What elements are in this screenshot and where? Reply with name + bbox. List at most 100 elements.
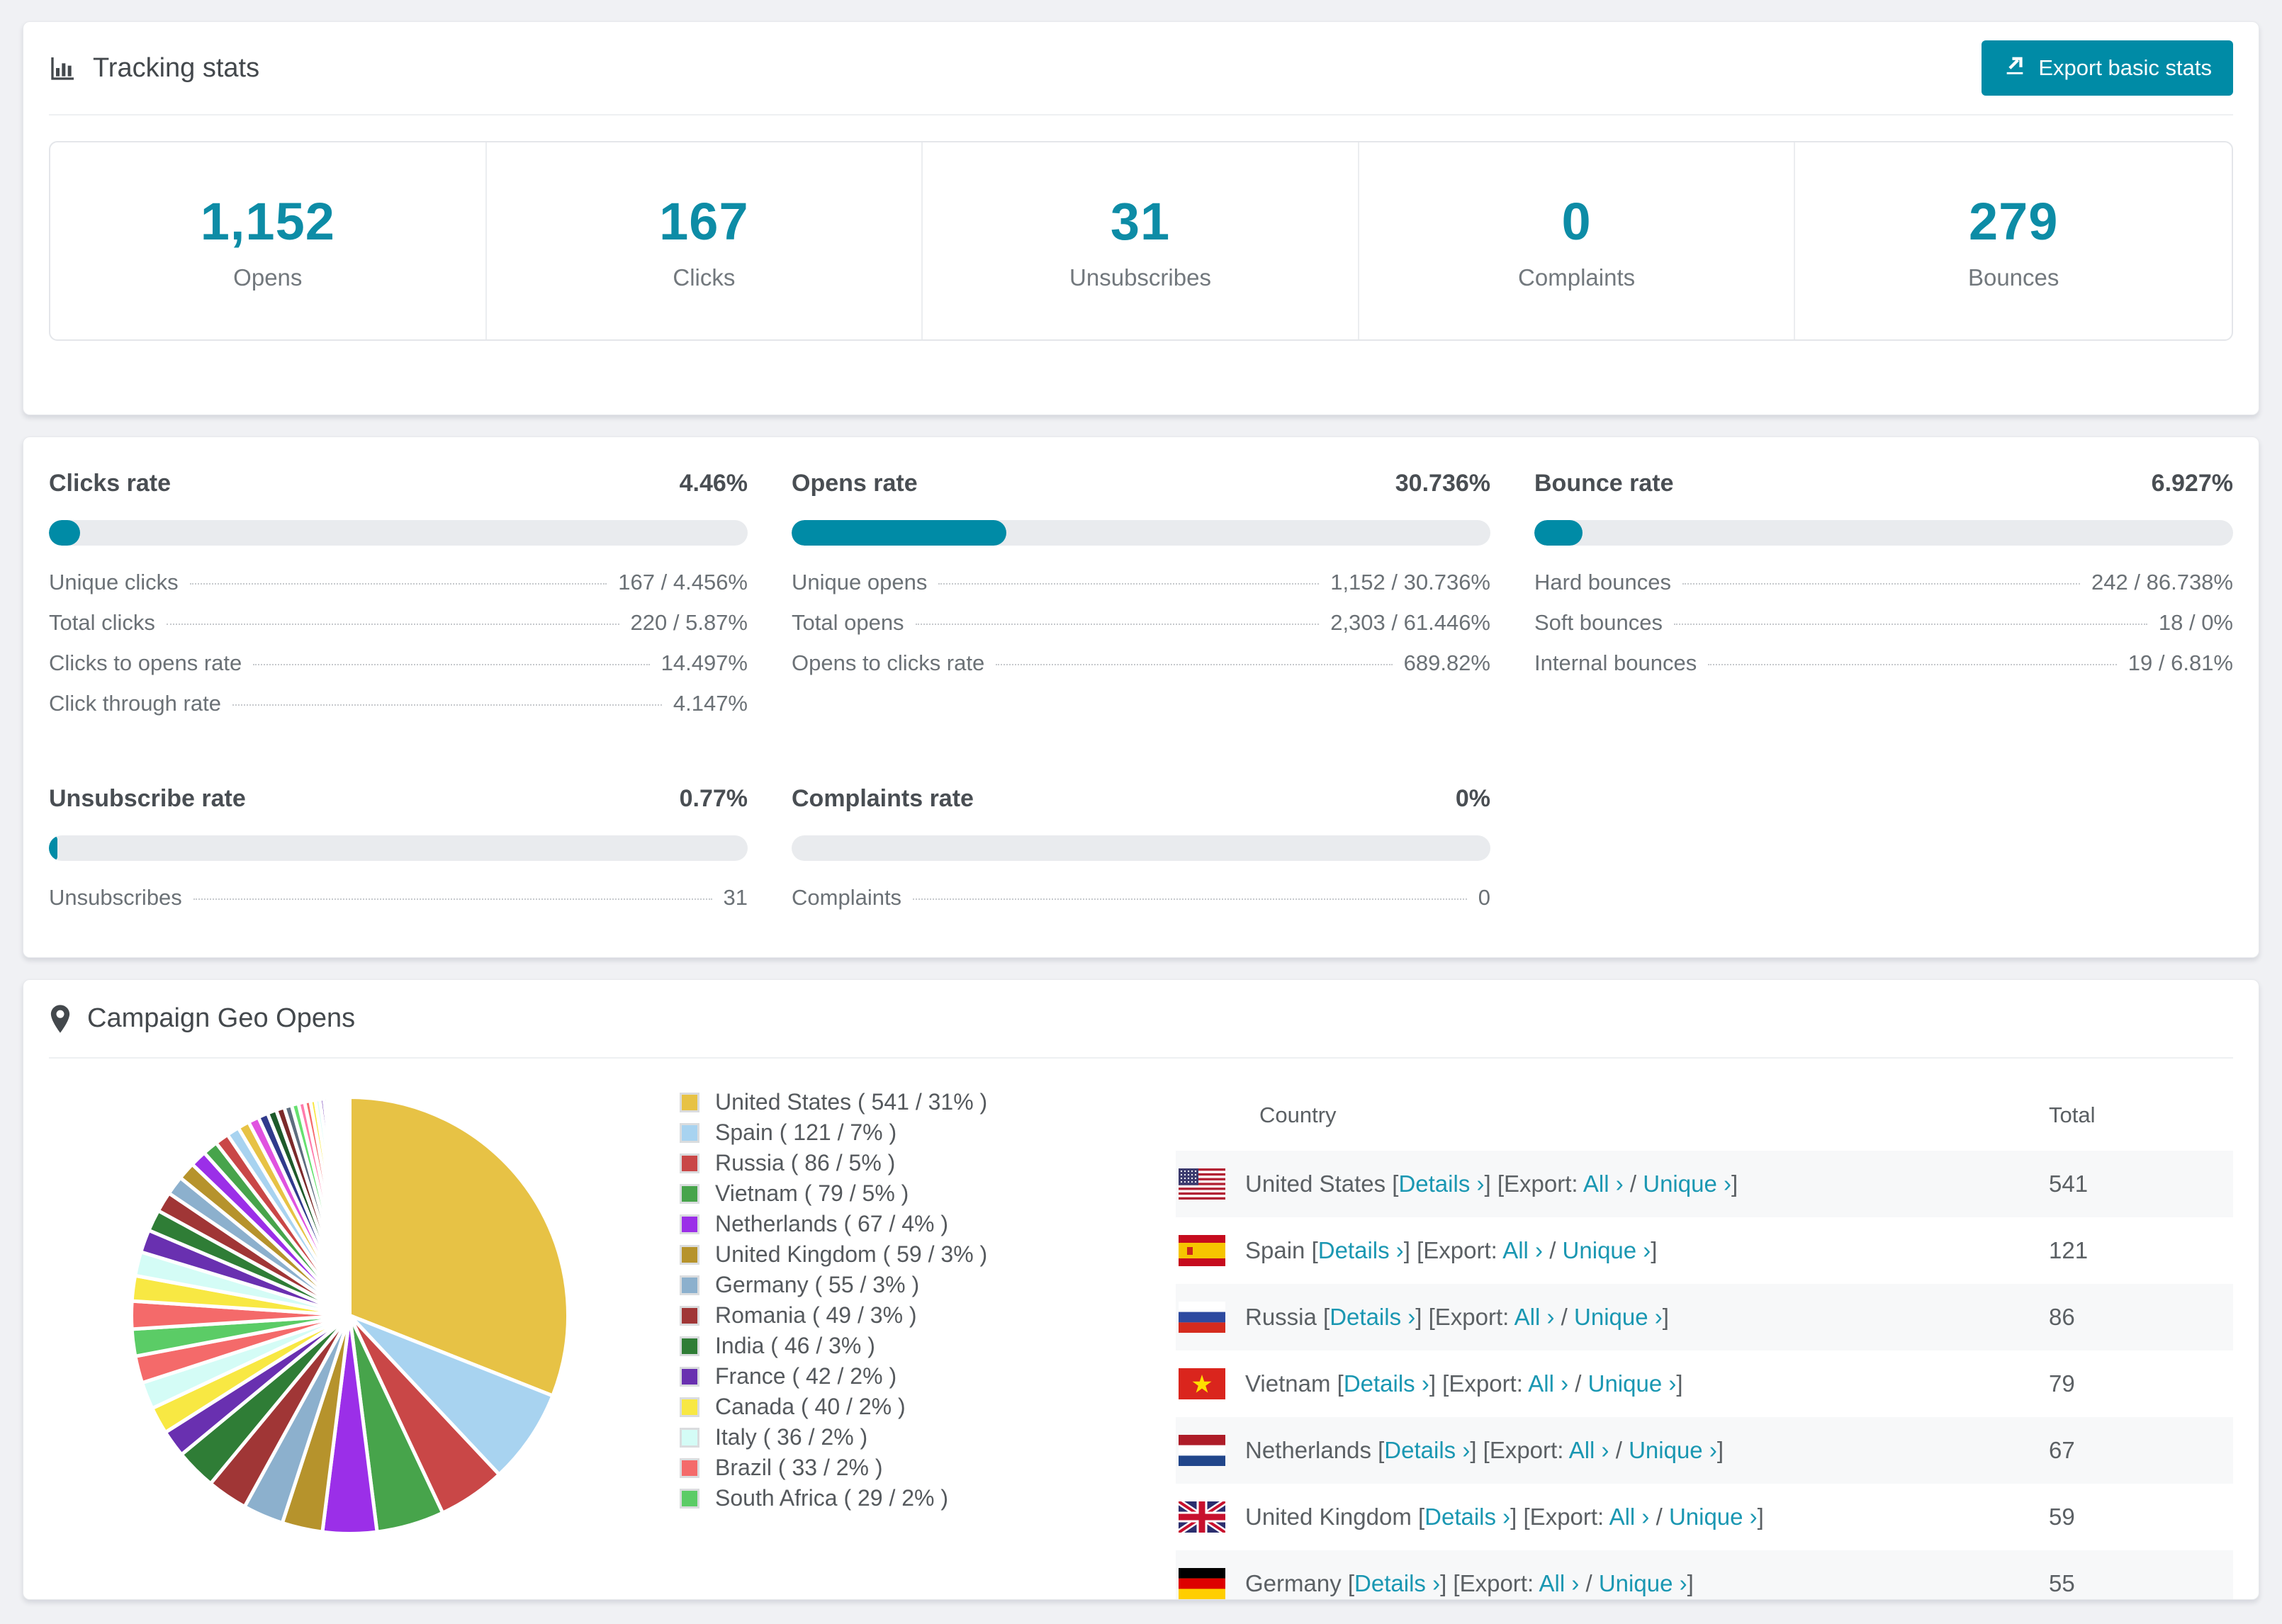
export-all-link[interactable]: All ›	[1569, 1437, 1609, 1463]
legend-item[interactable]: Netherlands ( 67 / 4% )	[680, 1209, 1154, 1239]
legend-item[interactable]: Italy ( 36 / 2% )	[680, 1422, 1154, 1453]
details-link[interactable]: Details ›	[1424, 1504, 1510, 1530]
rate-section-clicks: Clicks rate 4.46% Unique clicks 167 / 4.456…	[49, 451, 748, 731]
details-link[interactable]: Details ›	[1318, 1237, 1404, 1263]
export-all-link[interactable]: All ›	[1514, 1304, 1555, 1330]
geo-table-row: Russia [Details ›] [Export: All › / Uniq…	[1176, 1284, 2233, 1350]
legend-item[interactable]: South Africa ( 29 / 2% )	[680, 1483, 1154, 1513]
rate-row: Click through rate 4.147%	[49, 691, 748, 731]
rate-row-label: Clicks to opens rate	[49, 650, 242, 675]
rate-head: Opens rate 30.736%	[792, 470, 1490, 497]
rate-section-opens: Opens rate 30.736% Unique opens 1,152 / 30.…	[792, 451, 1490, 731]
legend-label: France ( 42 / 2% )	[715, 1363, 897, 1389]
rate-row-label: Complaints	[792, 885, 902, 910]
bar-chart-icon	[49, 54, 77, 82]
legend-item[interactable]: Spain ( 121 / 7% )	[680, 1117, 1154, 1148]
geo-row-text: United States [Details ›] [Export: All ›…	[1245, 1171, 1738, 1197]
legend-swatch	[680, 1366, 699, 1387]
rate-title: Opens rate	[792, 470, 918, 497]
rate-row-label: Unique clicks	[49, 570, 179, 594]
details-link[interactable]: Details ›	[1344, 1370, 1429, 1397]
geo-table-header-country: Country	[1259, 1103, 1337, 1127]
geo-pie-chart[interactable]	[128, 1094, 571, 1537]
progress-bar-fill	[49, 520, 80, 546]
rate-row-value: 689.82%	[1403, 650, 1490, 675]
pie-slice-53[interactable]	[347, 1095, 352, 1317]
rate-section-complaints: Complaints rate 0% Complaints 0	[792, 767, 1490, 925]
progress-bar	[792, 520, 1490, 546]
rate-value: 0.77%	[679, 785, 748, 812]
geo-table-row-total: 541	[2049, 1171, 2089, 1197]
details-link[interactable]: Details ›	[1384, 1437, 1470, 1463]
rate-head: Clicks rate 4.46%	[49, 470, 748, 497]
geo-header: Campaign Geo Opens	[49, 980, 2233, 1059]
export-unique-link[interactable]: Unique ›	[1643, 1171, 1731, 1197]
legend-label: Germany ( 55 / 3% )	[715, 1272, 920, 1297]
progress-bar-fill	[1534, 520, 1583, 546]
details-link[interactable]: Details ›	[1354, 1570, 1440, 1596]
legend-item[interactable]: Romania ( 49 / 3% )	[680, 1300, 1154, 1331]
rate-row: Complaints 0	[792, 885, 1490, 925]
export-all-link[interactable]: All ›	[1502, 1237, 1543, 1263]
legend-swatch	[680, 1427, 699, 1448]
export-all-link[interactable]: All ›	[1539, 1570, 1579, 1596]
legend-swatch	[680, 1275, 699, 1295]
export-unique-link[interactable]: Unique ›	[1669, 1504, 1758, 1530]
legend-swatch	[680, 1397, 699, 1417]
stat-value: 0	[1561, 191, 1592, 251]
legend-item[interactable]: Vietnam ( 79 / 5% )	[680, 1178, 1154, 1209]
export-all-link[interactable]: All ›	[1583, 1171, 1624, 1197]
legend-item[interactable]: Brazil ( 33 / 2% )	[680, 1453, 1154, 1483]
rate-head: Complaints rate 0%	[792, 785, 1490, 813]
map-pin-icon	[49, 1004, 72, 1034]
summary-stat-cell: 279 Bounces	[1795, 142, 2232, 339]
flag-vn-icon	[1179, 1368, 1225, 1399]
rate-rows: Complaints 0	[792, 885, 1490, 925]
export-basic-stats-button[interactable]: Export basic stats	[1982, 40, 2233, 96]
summary-stat-cell: 167 Clicks	[487, 142, 923, 339]
rate-row-label: Total opens	[792, 610, 904, 635]
geo-pie-legend: United States ( 541 / 31% ) Spain ( 121 /…	[658, 1059, 1154, 1599]
rate-row: Clicks to opens rate 14.497%	[49, 650, 748, 691]
flag-de-icon	[1179, 1568, 1225, 1599]
details-link[interactable]: Details ›	[1398, 1171, 1484, 1197]
legend-item[interactable]: Russia ( 86 / 5% )	[680, 1148, 1154, 1178]
tracking-stats-card: Tracking stats Export basic stats 1,152 O…	[23, 21, 2259, 415]
rates-card: Clicks rate 4.46% Unique clicks 167 / 4.456…	[23, 436, 2259, 958]
legend-item[interactable]: Canada ( 40 / 2% )	[680, 1392, 1154, 1422]
rate-row: Unique clicks 167 / 4.456%	[49, 570, 748, 610]
legend-item[interactable]: France ( 42 / 2% )	[680, 1361, 1154, 1392]
geo-table-row-country: Russia [Details ›] [Export: All › / Uniq…	[1176, 1302, 2049, 1333]
legend-swatch	[680, 1488, 699, 1509]
legend-swatch	[680, 1305, 699, 1326]
export-all-link[interactable]: All ›	[1609, 1504, 1650, 1530]
stat-value: 167	[659, 191, 749, 251]
progress-bar	[49, 835, 748, 861]
details-link[interactable]: Details ›	[1330, 1304, 1415, 1330]
legend-item[interactable]: Germany ( 55 / 3% )	[680, 1270, 1154, 1300]
geo-row-text: Netherlands [Details ›] [Export: All › /…	[1245, 1437, 1724, 1463]
geo-table-row: United States [Details ›] [Export: All ›…	[1176, 1151, 2233, 1217]
dotted-leader	[193, 898, 712, 900]
flag-nl-icon	[1179, 1435, 1225, 1466]
export-all-link[interactable]: All ›	[1528, 1370, 1568, 1397]
legend-item[interactable]: India ( 46 / 3% )	[680, 1331, 1154, 1361]
rate-row-label: Opens to clicks rate	[792, 650, 985, 675]
geo-table-row-total: 86	[2049, 1304, 2075, 1330]
stat-value: 31	[1110, 191, 1171, 251]
export-unique-link[interactable]: Unique ›	[1599, 1570, 1687, 1596]
legend-item[interactable]: United States ( 541 / 31% )	[680, 1087, 1154, 1117]
export-unique-link[interactable]: Unique ›	[1588, 1370, 1677, 1397]
dotted-leader	[166, 624, 619, 625]
summary-stat-cell: 0 Complaints	[1359, 142, 1796, 339]
flag-ru-icon	[1179, 1302, 1225, 1333]
summary-stat-cell: 1,152 Opens	[50, 142, 487, 339]
rate-row-value: 18 / 0%	[2158, 610, 2233, 635]
export-unique-link[interactable]: Unique ›	[1563, 1237, 1651, 1263]
legend-swatch	[680, 1244, 699, 1265]
dotted-leader	[915, 624, 1320, 625]
export-unique-link[interactable]: Unique ›	[1574, 1304, 1663, 1330]
geo-table-row-total: 59	[2049, 1504, 2075, 1530]
export-unique-link[interactable]: Unique ›	[1629, 1437, 1717, 1463]
legend-item[interactable]: United Kingdom ( 59 / 3% )	[680, 1239, 1154, 1270]
